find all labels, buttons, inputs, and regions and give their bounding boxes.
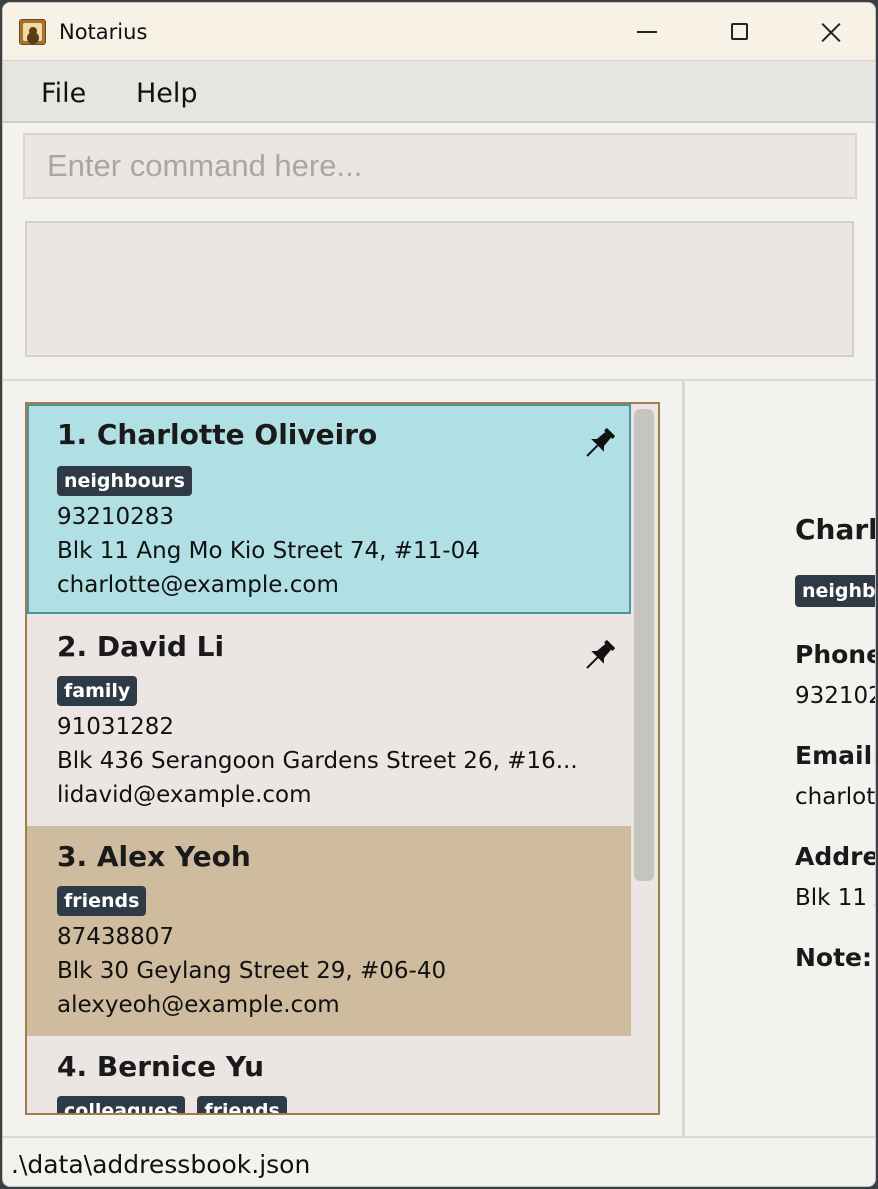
tag-badge: family	[57, 676, 138, 706]
close-button[interactable]	[785, 3, 875, 60]
detail-email-value: charlot	[795, 784, 876, 810]
tag-badge: friends	[197, 1096, 287, 1113]
scrollbar-thumb[interactable]	[634, 409, 654, 881]
menu-bar: File Help	[3, 60, 875, 123]
contact-address: Blk 436 Serangoon Gardens Street 26, #16…	[57, 748, 578, 774]
contact-name: 2. David Li	[57, 630, 225, 663]
close-icon	[820, 21, 842, 43]
pin-icon	[586, 640, 615, 669]
detail-note-label: Note:	[795, 943, 873, 972]
contact-phone: 91031282	[57, 714, 175, 740]
contact-email: alexyeoh@example.com	[57, 992, 340, 1018]
maximize-icon	[730, 23, 748, 40]
detail-address-label: Addre	[795, 842, 876, 871]
status-bar: .\data\addressbook.json	[3, 1136, 875, 1186]
contact-card[interactable]: 3. Alex Yeoh friends 87438807 Blk 30 Gey…	[27, 826, 631, 1036]
contact-card[interactable]: 2. David Li family 91031282 Blk 436 Sera…	[27, 616, 631, 826]
window-title: Notarius	[59, 20, 148, 44]
contact-name: 1. Charlotte Oliveiro	[57, 418, 378, 451]
contact-card[interactable]: 4. Bernice Yu colleagues friends	[27, 1036, 631, 1113]
detail-phone-label: Phone	[795, 640, 876, 669]
tag-badge: colleagues	[57, 1096, 186, 1113]
pin-icon	[586, 428, 615, 457]
detail-name: Charlc	[795, 513, 875, 546]
tag-badge: friends	[57, 886, 147, 916]
tag-list: family	[57, 676, 149, 706]
tag-badge: neighbours	[57, 466, 192, 496]
contact-name: 3. Alex Yeoh	[57, 840, 251, 873]
detail-phone-value: 932102	[795, 683, 876, 709]
contact-email: charlotte@example.com	[57, 572, 339, 598]
contact-detail-panel: Charlc neighbo Phone 932102 Email: charl…	[685, 381, 876, 1136]
app-window: Notarius File Help 1. Charlotte Oliveiro…	[2, 2, 876, 1187]
contact-name: 4. Bernice Yu	[57, 1050, 265, 1083]
contact-phone: 93210283	[57, 504, 175, 530]
detail-address-value: Blk 11 A	[795, 885, 875, 911]
detail-email-label: Email:	[795, 741, 876, 770]
minimize-button[interactable]	[601, 3, 693, 60]
menu-help[interactable]: Help	[136, 78, 198, 109]
contact-phone: 87438807	[57, 924, 175, 950]
contact-card[interactable]: 1. Charlotte Oliveiro neighbours 9321028…	[27, 404, 631, 614]
result-display	[25, 221, 854, 357]
maximize-button[interactable]	[693, 3, 785, 60]
contact-address: Blk 11 Ang Mo Kio Street 74, #11-04	[57, 538, 480, 564]
command-input[interactable]	[23, 133, 857, 199]
address-book-icon	[19, 19, 46, 45]
tag-list: neighbours	[57, 466, 204, 496]
contact-address: Blk 30 Geylang Street 29, #06-40	[57, 958, 447, 984]
title-bar[interactable]: Notarius	[3, 3, 875, 60]
file-path: .\data\addressbook.json	[11, 1150, 311, 1179]
minimize-icon	[637, 30, 657, 33]
contact-email: lidavid@example.com	[57, 782, 312, 808]
menu-file[interactable]: File	[41, 78, 86, 109]
contact-list[interactable]: 1. Charlotte Oliveiro neighbours 9321028…	[25, 402, 660, 1115]
detail-tag: neighbo	[795, 575, 875, 607]
tag-list: friends	[57, 886, 158, 916]
tag-list: colleagues friends	[57, 1096, 299, 1113]
